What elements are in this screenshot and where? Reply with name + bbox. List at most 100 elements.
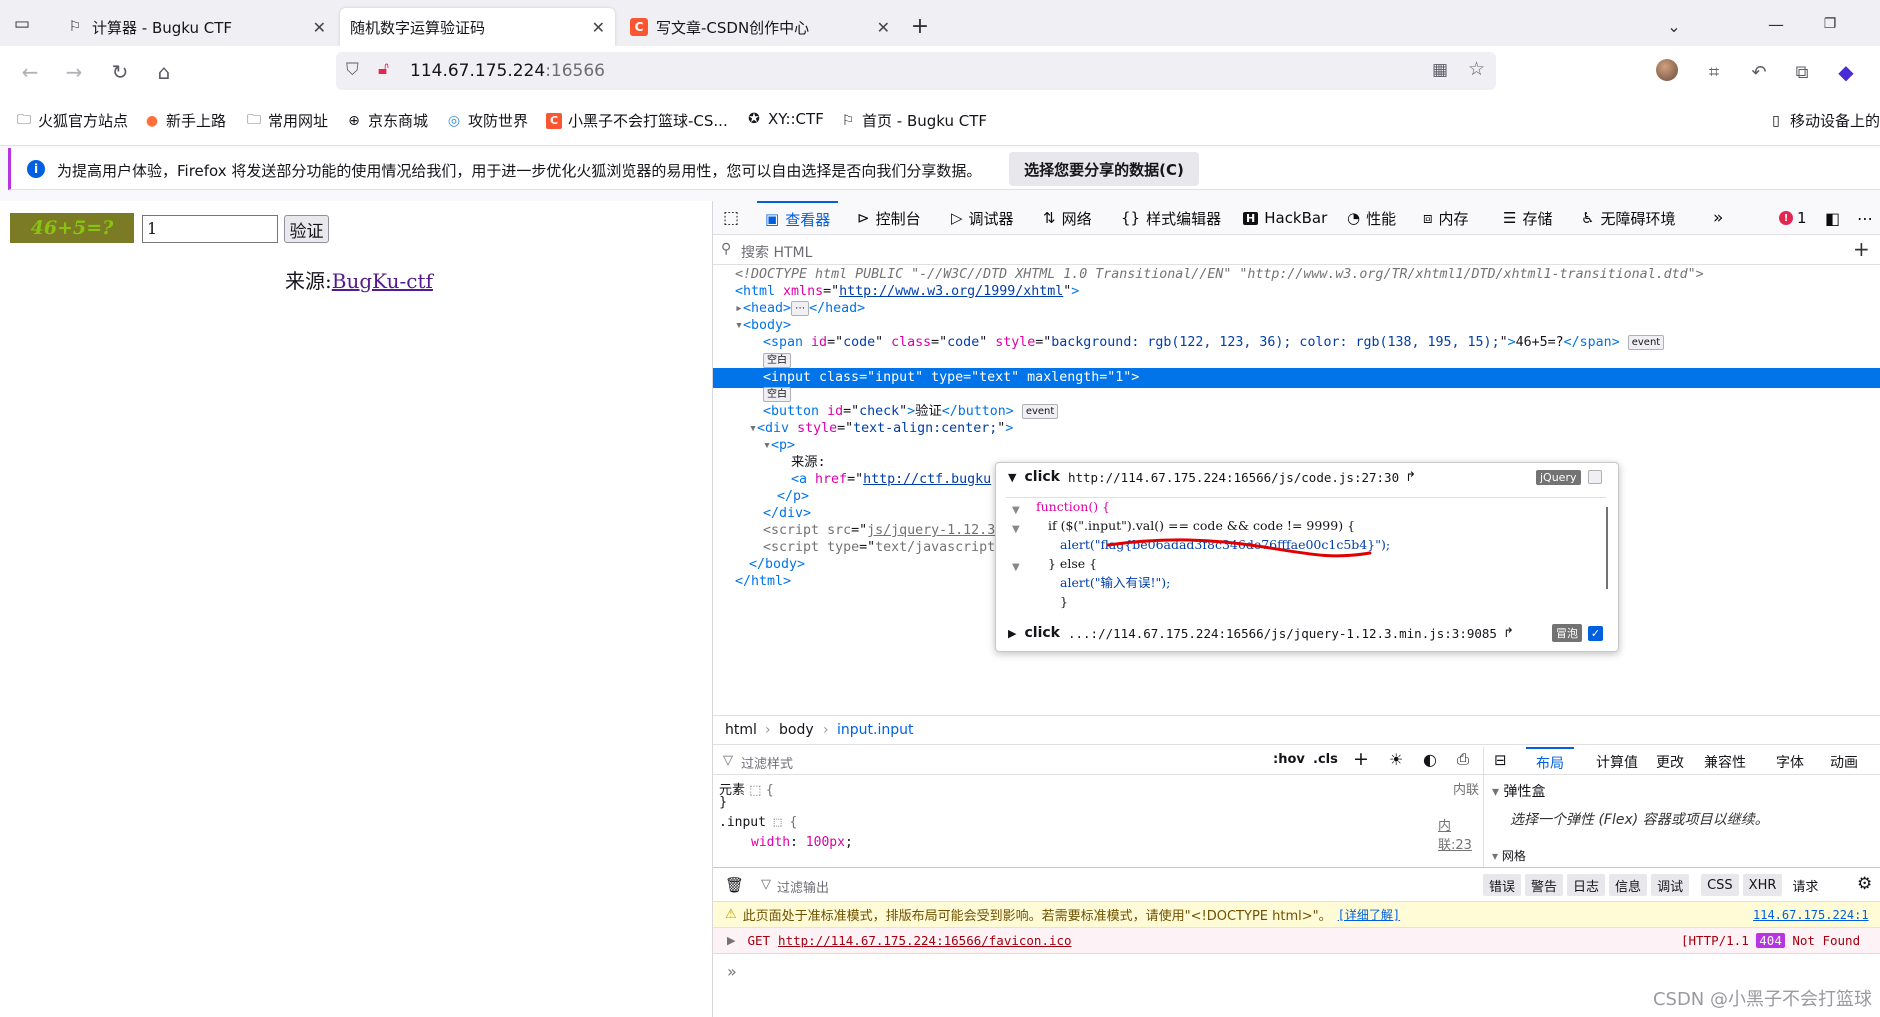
warning-source-link[interactable]: 114.67.175.224:1 [1753, 908, 1869, 922]
bookmark-item[interactable]: 🗀︎ 常用网址 [246, 110, 328, 131]
bookmark-item[interactable]: ✪ XY::CTF [746, 110, 824, 128]
url-bar[interactable]: ⛉ 🔓︎ 114.67.175.224:16566 ▦ ☆ [336, 52, 1496, 90]
open-source-icon[interactable]: ↱ [1405, 470, 1416, 485]
answer-input[interactable]: 1 [142, 215, 278, 243]
back-icon[interactable]: ← [16, 58, 44, 86]
close-icon[interactable]: ✕ [877, 18, 890, 37]
tab-memory[interactable]: ⧈ 内存 [1423, 201, 1469, 235]
collapsed-badge[interactable]: ⋯ [791, 300, 810, 316]
grid-section-title[interactable]: ▾ 网格 [1492, 847, 1526, 864]
event-source[interactable]: ...://114.67.175.224:16566/js/jquery-1.1… [1068, 626, 1497, 641]
bookmark-item[interactable]: C 小黑子不会打篮球-CS... [546, 110, 728, 131]
enabled-checkbox[interactable]: ✓ [1588, 625, 1603, 641]
extension-icon[interactable]: ◆ [1832, 58, 1860, 86]
filter-warnings[interactable]: 警告 [1525, 874, 1564, 896]
bookmark-item[interactable]: ◎ 攻防世界 [446, 110, 528, 131]
tab-captcha[interactable]: 随机数字运算验证码 ✕ [340, 8, 615, 46]
cls-toggle[interactable]: .cls [1313, 752, 1338, 767]
bookmark-star-icon[interactable]: ☆ [1468, 58, 1485, 80]
menu-icon[interactable]: ⋯ [1857, 201, 1873, 235]
tab-layout[interactable]: 布局 [1526, 747, 1574, 775]
bookmark-item[interactable]: ⊕ 京东商城 [346, 110, 428, 131]
input-rule-selector[interactable]: .input ⬚ { [719, 815, 797, 830]
bookmark-item[interactable]: ⚐ 首页 - Bugku CTF [840, 110, 987, 131]
expand-icon[interactable]: ▶ [727, 934, 735, 947]
filter-info[interactable]: 信息 [1609, 874, 1648, 896]
trash-icon[interactable]: 🗑︎ [725, 876, 744, 894]
breadcrumb-item[interactable]: input.input [837, 722, 913, 738]
add-rule-icon[interactable]: + [1353, 748, 1369, 770]
filter-styles-input[interactable]: 过滤样式 [741, 753, 793, 772]
console-prompt-icon[interactable]: » [727, 962, 737, 981]
add-node-icon[interactable]: + [1853, 237, 1870, 261]
shield-icon[interactable]: ⛉ [346, 60, 359, 80]
tab-fonts[interactable]: 字体 [1776, 752, 1804, 772]
bookmark-item[interactable]: ● 新手上路 [144, 110, 226, 131]
filter-output-input[interactable]: 过滤输出 [777, 877, 829, 896]
event-badge[interactable]: event [1021, 403, 1059, 419]
tab-changes[interactable]: 更改 [1656, 752, 1684, 772]
close-icon[interactable]: ✕ [592, 18, 605, 37]
tab-performance[interactable]: ◔ 性能 [1347, 201, 1396, 235]
event-source[interactable]: http://114.67.175.224:16566/js/code.js:2… [1068, 470, 1399, 485]
tab-style-editor[interactable]: {} 样式编辑器 [1121, 201, 1221, 235]
error-count[interactable]: ! 1 [1779, 201, 1807, 235]
tab-accessibility[interactable]: ♿︎ 无障碍环境 [1581, 201, 1675, 235]
breadcrumb-item[interactable]: html [725, 722, 757, 738]
new-tab-icon[interactable]: + [908, 14, 932, 39]
tab-computed[interactable]: 计算值 [1596, 752, 1638, 772]
pick-element-icon[interactable]: ⬚ [723, 201, 739, 235]
html-search[interactable]: ⚲ 搜索 HTML + [713, 235, 1880, 265]
url-text[interactable]: 114.67.175.224:16566 [410, 61, 605, 81]
tab-list-icon[interactable]: ▭ [10, 12, 34, 36]
tab-hackbar[interactable]: H HackBar [1243, 201, 1327, 235]
share-data-button[interactable]: 选择您要分享的数据(C) [1009, 152, 1199, 186]
request-url[interactable]: http://114.67.175.224:16566/favicon.ico [778, 933, 1072, 948]
markup-span[interactable]: <span id="code" class="code" style="back… [763, 333, 1880, 353]
minimize-icon[interactable]: — [1764, 12, 1788, 36]
crop-icon[interactable]: ⌗ [1700, 58, 1728, 86]
chevron-down-icon[interactable]: ⌄ [1662, 14, 1686, 38]
source-link[interactable]: BugKu-ctf [332, 269, 433, 293]
chevron-right-icon[interactable]: ▶ [1008, 627, 1016, 640]
dock-icon[interactable]: ◧ [1825, 201, 1840, 235]
more-tabs-icon[interactable]: » [1713, 201, 1723, 235]
hov-toggle[interactable]: :hov [1273, 752, 1305, 767]
filter-css[interactable]: CSS [1701, 874, 1739, 896]
toggle-sidebar-icon[interactable]: ⊟ [1494, 751, 1507, 769]
tab-compatibility[interactable]: 兼容性 [1704, 752, 1746, 772]
reload-icon[interactable]: ↻ [106, 58, 134, 86]
tab-csdn[interactable]: C 写文章-CSDN创作中心 ✕ [620, 8, 900, 46]
bookmark-item[interactable]: 🗀︎ 火狐官方站点 [16, 110, 128, 131]
avatar[interactable] [1656, 59, 1678, 81]
event-row[interactable]: ▼ click http://114.67.175.224:16566/js/c… [996, 463, 1620, 491]
filter-debug[interactable]: 调试 [1651, 874, 1690, 896]
qr-code-icon[interactable]: ▦ [1432, 60, 1448, 80]
tab-network[interactable]: ⇅ 网络 [1043, 201, 1092, 235]
close-icon[interactable]: ✕ [313, 18, 326, 37]
filter-requests[interactable]: 请求 [1786, 874, 1824, 896]
insecure-lock-icon[interactable]: 🔓︎ [378, 59, 389, 79]
dark-mode-icon[interactable]: ◐ [1423, 750, 1437, 769]
print-icon[interactable]: ⎙ [1457, 750, 1469, 768]
tab-debugger[interactable]: ▷ 调试器 [951, 201, 1014, 235]
flexbox-section-title[interactable]: ▾ 弹性盒 [1492, 781, 1545, 801]
event-badge[interactable]: event [1627, 334, 1665, 350]
tab-storage[interactable]: ☰ 存储 [1503, 201, 1552, 235]
home-icon[interactable]: ⌂ [150, 58, 178, 86]
verify-button[interactable]: 验证 [284, 215, 329, 243]
restore-icon[interactable]: ❐ [1818, 12, 1842, 36]
tab-inspector[interactable]: ▣ 查看器 [757, 201, 839, 235]
scrollbar[interactable] [1606, 507, 1608, 589]
light-mode-icon[interactable]: ☀ [1389, 750, 1403, 769]
undo-icon[interactable]: ↶ [1745, 58, 1773, 86]
forward-icon[interactable]: → [60, 58, 88, 86]
filter-logs[interactable]: 日志 [1567, 874, 1606, 896]
open-source-icon[interactable]: ↱ [1503, 626, 1514, 641]
event-row[interactable]: ▶ click ...://114.67.175.224:16566/js/jq… [996, 619, 1620, 647]
filter-xhr[interactable]: XHR [1742, 874, 1783, 896]
breadcrumb-item[interactable]: body [779, 722, 814, 738]
bookmark-item[interactable]: ▯移动设备上的书 [1768, 110, 1880, 131]
chevron-down-icon[interactable]: ▼ [1008, 471, 1016, 484]
tab-animations[interactable]: 动画 [1830, 752, 1858, 772]
